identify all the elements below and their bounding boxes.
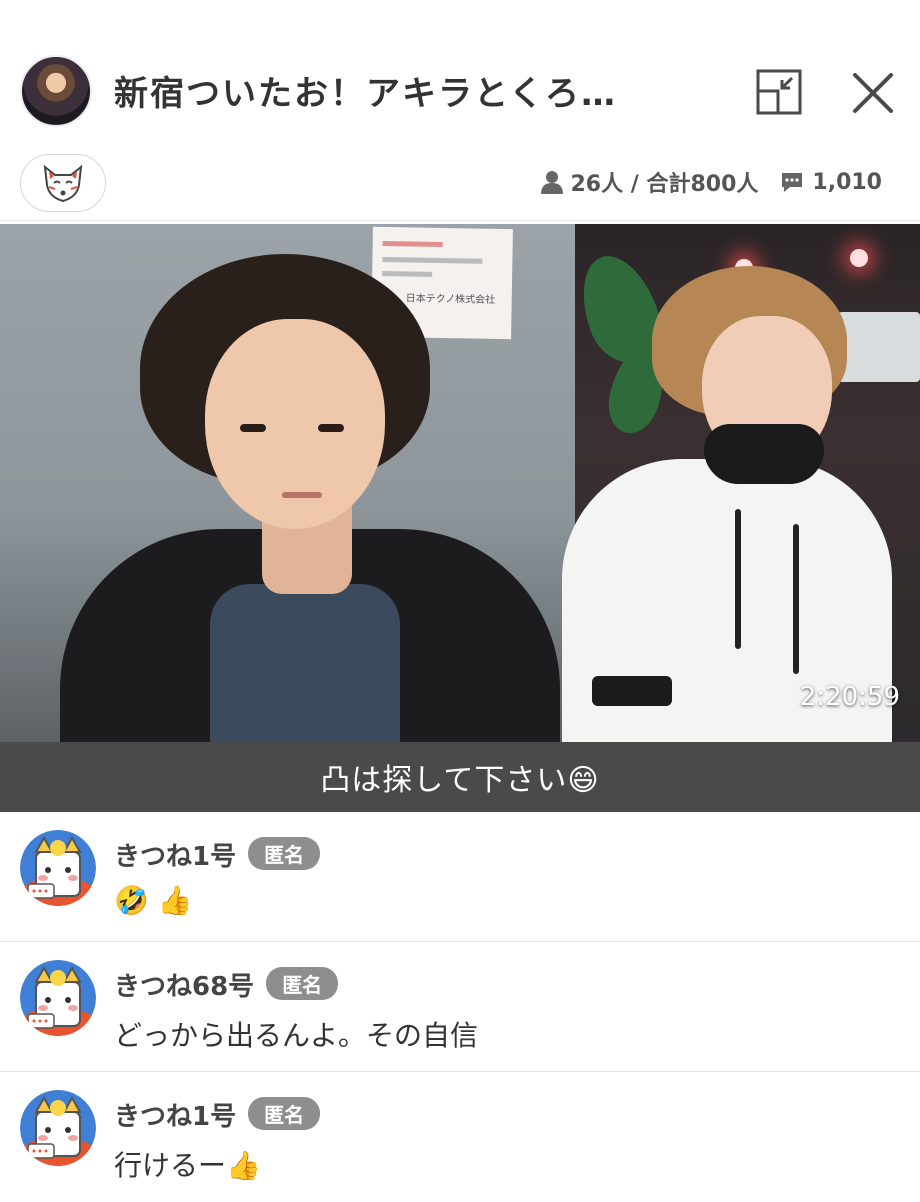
broadcaster-avatar[interactable]	[20, 55, 92, 127]
fox-mask-icon	[43, 164, 83, 203]
comment-author: きつね68号 匿名	[114, 966, 339, 1003]
fox-avatar-icon	[20, 1090, 96, 1166]
fox-avatar-icon	[20, 960, 96, 1036]
fox-mask-button[interactable]	[20, 154, 106, 212]
person-icon	[540, 170, 563, 194]
comment-icon	[780, 171, 804, 193]
fox-avatar-icon	[20, 830, 96, 906]
comment-item[interactable]: きつね1号 匿名 🤣 👍	[0, 812, 920, 942]
comment-text: 🤣 👍	[114, 884, 193, 917]
comment-author: きつね1号 匿名	[114, 836, 321, 873]
comment-text: 行けるー👍	[114, 1149, 261, 1182]
comment-author: きつね1号 匿名	[114, 1096, 321, 1133]
comment-text: どっから出るんよ。その自信	[114, 1019, 479, 1052]
video-timestamp: 2:20:59	[799, 682, 900, 712]
minimize-button[interactable]	[756, 69, 802, 115]
anonymous-badge: 匿名	[248, 1097, 321, 1130]
comment-list: きつね1号 匿名 🤣 👍 きつね68号 匿名 どっから出るんよ。その自信 きつね…	[0, 812, 920, 1202]
comment-count: 1,010	[812, 169, 882, 195]
comment-item[interactable]: きつね68号 匿名 どっから出るんよ。その自信	[0, 942, 920, 1072]
minimize-icon	[756, 69, 802, 115]
anonymous-badge: 匿名	[248, 837, 321, 870]
close-button[interactable]	[852, 72, 894, 114]
stream-title: 新宿ついたお！アキラとくろ…	[114, 74, 617, 114]
air-conditioner	[838, 312, 920, 382]
live-video[interactable]: 日本テクノ株式会社 2:20:59	[0, 224, 920, 742]
anonymous-badge: 匿名	[266, 967, 339, 1000]
stream-caption: 凸は探して下さい😄	[0, 742, 920, 812]
comment-item[interactable]: きつね1号 匿名 行けるー👍	[0, 1072, 920, 1202]
stream-stats: 26人 / 合計800人 1,010	[540, 166, 882, 198]
close-icon	[853, 73, 893, 113]
viewer-count: 26人 / 合計800人	[570, 172, 759, 197]
stream-header: 新宿ついたお！アキラとくろ… 26人 / 合計800人 1,010	[0, 0, 920, 221]
